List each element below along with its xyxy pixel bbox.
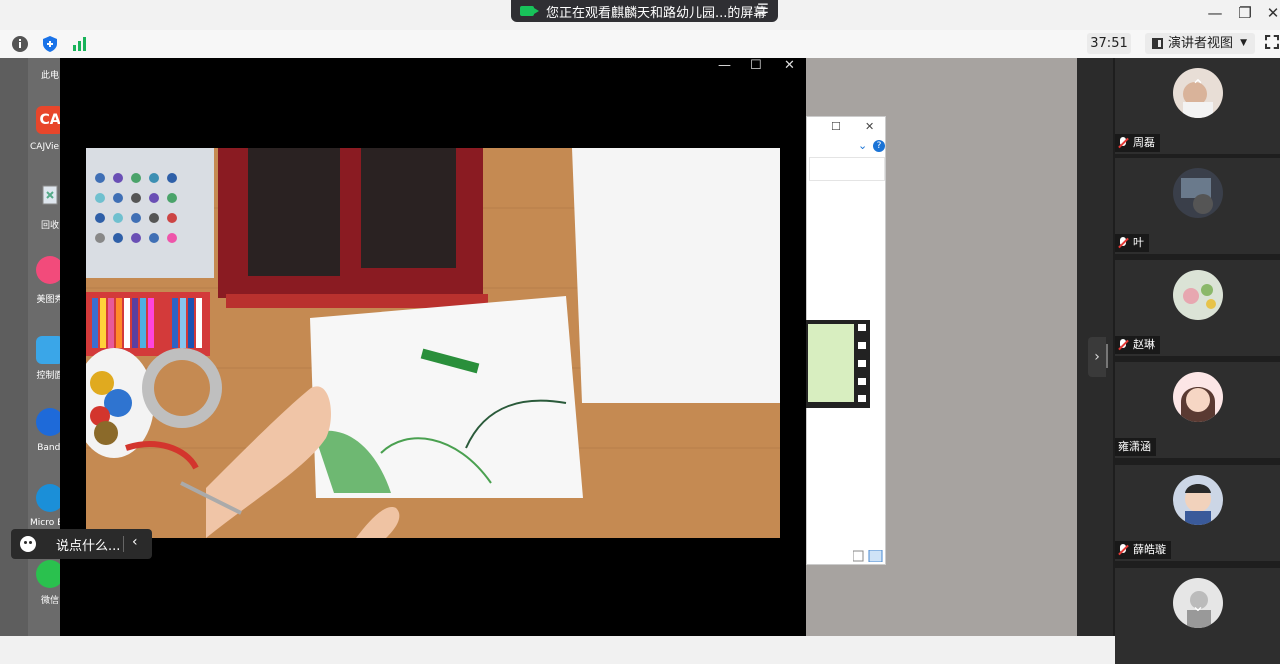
menu-icon[interactable]: ☰ xyxy=(756,3,770,17)
layout-icon xyxy=(1152,38,1163,49)
video-frame xyxy=(86,148,780,538)
avatar xyxy=(1173,168,1223,218)
scroll-down-icon[interactable]: ⌄ xyxy=(1183,596,1213,615)
participant-tile[interactable]: ⌃ 周磊 xyxy=(1115,58,1280,154)
chat-input-bar[interactable]: 说点什么... ‹ xyxy=(11,529,152,559)
chevron-down-icon: ▼ xyxy=(1240,38,1247,48)
participant-name-tag: 周磊 xyxy=(1115,134,1160,152)
avatar xyxy=(1173,372,1223,422)
mic-muted-icon xyxy=(1118,137,1128,149)
participant-name-tag: 雍潇涵 xyxy=(1115,438,1156,456)
share-status-text: 您正在观看麒麟天和路幼儿园...的屏幕 xyxy=(546,5,767,21)
shield-icon[interactable] xyxy=(40,34,60,54)
info-icon[interactable] xyxy=(10,34,30,54)
toggle-participant-panel[interactable]: › xyxy=(1088,337,1106,377)
meeting-toolbar: 37:51 演讲者视图 ▼ xyxy=(0,30,1280,59)
minimize-button[interactable]: — xyxy=(1204,4,1226,22)
signal-icon[interactable] xyxy=(70,34,90,54)
divider xyxy=(123,536,124,552)
view-mode-label: 演讲者视图 xyxy=(1168,36,1234,51)
view-mode-dropdown[interactable]: 演讲者视图 ▼ xyxy=(1145,33,1255,54)
participant-tile[interactable]: 薛皓璇 xyxy=(1115,465,1280,561)
participant-name-tag: 赵琳 xyxy=(1115,336,1160,354)
help-icon[interactable]: ? xyxy=(873,140,885,152)
participant-tile[interactable]: 雍潇涵 xyxy=(1115,362,1280,458)
meeting-timer: 37:51 xyxy=(1087,33,1131,54)
collapse-chat-button[interactable]: ‹ xyxy=(132,534,138,550)
mic-muted-icon xyxy=(1118,544,1128,556)
video-player-window: — ☐ ✕ xyxy=(60,58,806,636)
mic-muted-icon xyxy=(1118,339,1128,351)
scroll-up-icon[interactable]: ⌃ xyxy=(1183,76,1213,95)
maximize-button[interactable]: ☐ xyxy=(750,58,762,73)
maximize-button[interactable]: ☐ xyxy=(831,120,841,133)
thumbnail-strip xyxy=(806,320,870,408)
chevron-down-icon[interactable]: ⌄ xyxy=(858,139,867,152)
avatar xyxy=(1173,270,1223,320)
close-button[interactable]: ✕ xyxy=(1262,4,1280,22)
participant-tile[interactable]: ⌄ xyxy=(1115,568,1280,664)
screen-share-banner[interactable]: 您正在观看麒麟天和路幼儿园...的屏幕 ☰ xyxy=(511,0,778,22)
title-bar: 您正在观看麒麟天和路幼儿园...的屏幕 ☰ — ❐ ✕ xyxy=(0,0,1280,30)
fullscreen-icon[interactable] xyxy=(1265,35,1279,49)
view-toggle-icon[interactable] xyxy=(853,550,883,562)
mic-muted-icon xyxy=(1118,237,1128,249)
close-button[interactable]: ✕ xyxy=(865,120,874,133)
emoji-icon[interactable] xyxy=(20,536,36,552)
address-field[interactable] xyxy=(809,157,885,181)
participant-gallery: ⌃ 周磊 叶 赵琳 雍潇涵 薛皓璇 ⌄ xyxy=(1113,58,1280,664)
resize-handle[interactable] xyxy=(1106,344,1108,368)
chat-placeholder[interactable]: 说点什么... xyxy=(56,535,120,554)
participant-tile[interactable]: 赵琳 xyxy=(1115,260,1280,356)
restore-button[interactable]: ❐ xyxy=(1234,4,1256,22)
participant-name-tag: 叶 xyxy=(1115,234,1149,252)
close-button[interactable]: ✕ xyxy=(784,58,795,73)
video-camera-icon xyxy=(520,6,539,16)
minimize-button[interactable]: — xyxy=(718,58,731,73)
avatar xyxy=(1173,475,1223,525)
participant-tile[interactable]: 叶 xyxy=(1115,158,1280,254)
participant-name-tag: 薛皓璇 xyxy=(1115,541,1171,559)
